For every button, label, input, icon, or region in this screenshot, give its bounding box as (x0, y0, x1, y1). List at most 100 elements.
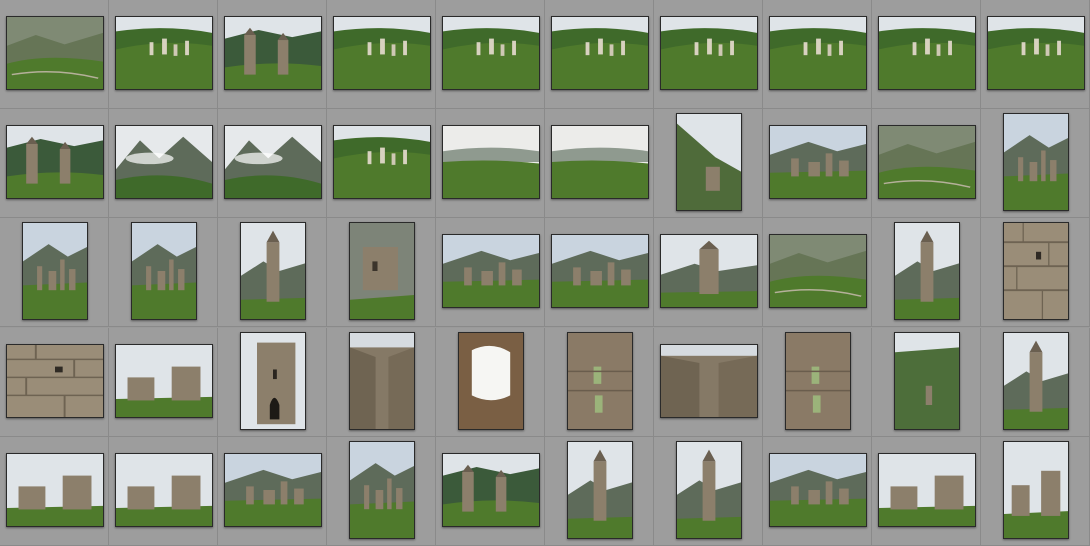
grid-cell[interactable] (763, 437, 872, 546)
photo-thumbnail[interactable] (878, 16, 976, 90)
grid-cell[interactable] (654, 109, 763, 218)
photo-thumbnail[interactable] (240, 332, 306, 430)
grid-cell[interactable] (763, 109, 872, 218)
grid-cell[interactable] (218, 437, 327, 546)
photo-thumbnail[interactable] (458, 332, 524, 430)
grid-cell[interactable] (0, 109, 109, 218)
photo-thumbnail[interactable] (1003, 441, 1069, 539)
grid-cell[interactable] (981, 437, 1090, 546)
photo-thumbnail[interactable] (22, 222, 88, 320)
grid-cell[interactable] (327, 437, 436, 546)
grid-cell[interactable] (981, 328, 1090, 437)
grid-cell[interactable] (981, 109, 1090, 218)
grid-cell[interactable] (0, 0, 109, 109)
photo-thumbnail[interactable] (6, 125, 104, 199)
photo-thumbnail[interactable] (769, 234, 867, 308)
photo-thumbnail[interactable] (1003, 332, 1069, 430)
grid-cell[interactable] (981, 0, 1090, 109)
photo-thumbnail[interactable] (442, 16, 540, 90)
photo-thumbnail[interactable] (333, 125, 431, 199)
grid-cell[interactable] (545, 0, 654, 109)
grid-cell[interactable] (0, 328, 109, 437)
photo-thumbnail[interactable] (240, 222, 306, 320)
photo-thumbnail[interactable] (349, 332, 415, 430)
grid-cell[interactable] (436, 218, 545, 327)
photo-thumbnail[interactable] (224, 453, 322, 527)
grid-cell[interactable] (872, 109, 981, 218)
grid-cell[interactable] (872, 437, 981, 546)
photo-thumbnail[interactable] (567, 332, 633, 430)
photo-thumbnail[interactable] (6, 16, 104, 90)
photo-thumbnail[interactable] (785, 332, 851, 430)
grid-cell[interactable] (0, 218, 109, 327)
grid-cell[interactable] (109, 437, 218, 546)
photo-thumbnail[interactable] (894, 332, 960, 430)
grid-cell[interactable] (436, 0, 545, 109)
grid-cell[interactable] (545, 218, 654, 327)
grid-cell[interactable] (327, 0, 436, 109)
photo-thumbnail[interactable] (442, 125, 540, 199)
photo-thumbnail[interactable] (6, 453, 104, 527)
grid-cell[interactable] (654, 328, 763, 437)
photo-thumbnail[interactable] (115, 16, 213, 90)
photo-thumbnail[interactable] (894, 222, 960, 320)
photo-thumbnail[interactable] (349, 441, 415, 539)
photo-thumbnail[interactable] (115, 344, 213, 418)
grid-cell[interactable] (654, 0, 763, 109)
photo-thumbnail[interactable] (224, 125, 322, 199)
photo-thumbnail[interactable] (1003, 222, 1069, 320)
photo-thumbnail[interactable] (878, 125, 976, 199)
photo-thumbnail[interactable] (676, 441, 742, 539)
photo-thumbnail[interactable] (660, 234, 758, 308)
grid-cell[interactable] (0, 437, 109, 546)
grid-cell[interactable] (109, 218, 218, 327)
grid-cell[interactable] (763, 328, 872, 437)
grid-cell[interactable] (654, 218, 763, 327)
photo-thumbnail[interactable] (567, 441, 633, 539)
photo-thumbnail[interactable] (660, 344, 758, 418)
grid-cell[interactable] (327, 328, 436, 437)
photo-thumbnail[interactable] (660, 16, 758, 90)
photo-thumbnail[interactable] (131, 222, 197, 320)
photo-thumbnail[interactable] (551, 16, 649, 90)
photo-thumbnail[interactable] (115, 125, 213, 199)
photo-thumbnail[interactable] (349, 222, 415, 320)
grid-cell[interactable] (218, 218, 327, 327)
grid-cell[interactable] (436, 109, 545, 218)
photo-thumbnail[interactable] (115, 453, 213, 527)
photo-thumbnail[interactable] (987, 16, 1085, 90)
photo-thumbnail[interactable] (442, 234, 540, 308)
photo-thumbnail[interactable] (769, 125, 867, 199)
photo-thumbnail[interactable] (676, 113, 742, 211)
grid-cell[interactable] (872, 328, 981, 437)
photo-thumbnail[interactable] (551, 125, 649, 199)
grid-cell[interactable] (327, 109, 436, 218)
grid-cell[interactable] (218, 109, 327, 218)
grid-cell[interactable] (872, 0, 981, 109)
grid-cell[interactable] (545, 437, 654, 546)
grid-cell[interactable] (981, 218, 1090, 327)
grid-cell[interactable] (436, 437, 545, 546)
grid-cell[interactable] (109, 328, 218, 437)
grid-cell[interactable] (436, 328, 545, 437)
grid-cell[interactable] (109, 109, 218, 218)
photo-thumbnail[interactable] (878, 453, 976, 527)
grid-cell[interactable] (218, 0, 327, 109)
photo-thumbnail[interactable] (6, 344, 104, 418)
grid-cell[interactable] (109, 0, 218, 109)
photo-thumbnail[interactable] (442, 453, 540, 527)
photo-thumbnail[interactable] (224, 16, 322, 90)
photo-thumbnail[interactable] (769, 16, 867, 90)
photo-thumbnail[interactable] (551, 234, 649, 308)
grid-cell[interactable] (218, 328, 327, 437)
grid-cell[interactable] (763, 218, 872, 327)
grid-cell[interactable] (327, 218, 436, 327)
grid-cell[interactable] (763, 0, 872, 109)
grid-cell[interactable] (654, 437, 763, 546)
grid-cell[interactable] (545, 328, 654, 437)
photo-thumbnail[interactable] (769, 453, 867, 527)
photo-thumbnail[interactable] (1003, 113, 1069, 211)
grid-cell[interactable] (872, 218, 981, 327)
photo-thumbnail[interactable] (333, 16, 431, 90)
grid-cell[interactable] (545, 109, 654, 218)
